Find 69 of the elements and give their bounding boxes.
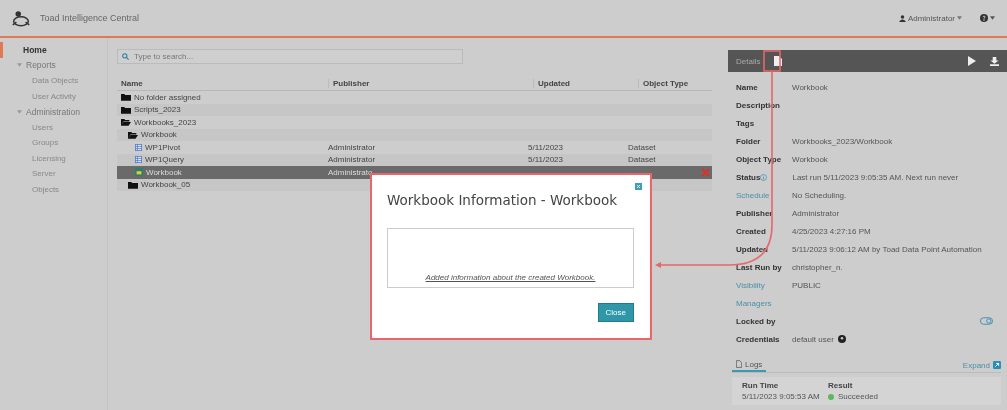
table-cell-text: Administrator bbox=[327, 155, 377, 165]
info-text: Added information about the created Workbook. bbox=[425, 273, 596, 282]
field-label[interactable]: Visibility bbox=[736, 280, 792, 290]
field-value: Workbook bbox=[792, 154, 828, 164]
item-name: Scripts_2023 bbox=[134, 105, 181, 115]
column-header[interactable]: Publisher bbox=[328, 79, 533, 88]
user-menu[interactable]: Administrator bbox=[898, 13, 962, 23]
field-label: Locked by bbox=[736, 316, 777, 326]
expand-link[interactable]: Expand bbox=[962, 360, 990, 370]
item-name: WP1Pivot bbox=[145, 142, 181, 152]
modal-title: Workbook Information - Workbook bbox=[387, 192, 619, 208]
close-button[interactable]: Close bbox=[597, 303, 634, 322]
item-name: Workbook_05 bbox=[141, 180, 191, 190]
table-row[interactable]: Workbook bbox=[117, 128, 712, 141]
table-cell-text: Dataset bbox=[627, 142, 657, 152]
item-name: WP1Query bbox=[145, 155, 185, 165]
field-label: Object Type bbox=[736, 154, 783, 164]
nav-item[interactable]: Reports bbox=[0, 57, 107, 73]
column-header[interactable]: Updated bbox=[533, 79, 638, 88]
table-cell-text: 5/11/2023 bbox=[527, 142, 564, 152]
field-value: Administrator bbox=[792, 208, 840, 218]
field-label: Status bbox=[736, 172, 761, 182]
column-header: Run Time bbox=[742, 381, 780, 390]
field-value: 4/25/2023 4:27:16 PM bbox=[792, 226, 871, 236]
item-name: No folder assigned bbox=[134, 92, 201, 102]
app-title: Toad Intelligence Central bbox=[40, 13, 140, 23]
field-label[interactable]: Managers bbox=[736, 298, 792, 308]
table-row[interactable]: Scripts_2023 bbox=[117, 103, 712, 116]
logs-tab[interactable]: Logs bbox=[732, 358, 767, 372]
item-name: Workbook bbox=[141, 130, 177, 140]
table-row[interactable]: Workbooks_2023 bbox=[117, 116, 712, 129]
field-value: Last run 5/11/2023 9:05:35 AM. Next run never bbox=[792, 172, 959, 182]
nav-subitem[interactable]: Data Objects bbox=[0, 73, 107, 89]
column-header[interactable]: Name bbox=[117, 79, 328, 88]
details-title: Details bbox=[736, 56, 761, 66]
field-value: No Scheduling. bbox=[792, 190, 847, 200]
field-value: 5/11/2023 9:06:12 AM by Toad Data Point Automation bbox=[792, 244, 982, 254]
field-value: christopher_n. bbox=[792, 262, 843, 272]
result-text: Succeeded bbox=[838, 392, 879, 401]
table-cell-text: 5/11/2023 bbox=[527, 155, 564, 165]
table-row[interactable]: WP1Query Administrator 5/11/2023 Dataset bbox=[117, 153, 712, 166]
field-label: Last Run by bbox=[736, 262, 783, 272]
column-header[interactable]: Object Type bbox=[638, 79, 712, 88]
field-value: Workbooks_2023/Workbook bbox=[792, 136, 893, 146]
field-label[interactable]: Schedule bbox=[736, 190, 792, 200]
column-header: Result bbox=[828, 381, 854, 390]
field-label: Tags bbox=[736, 118, 756, 128]
item-name: Workbooks_2023 bbox=[134, 117, 197, 127]
field-value: default user bbox=[792, 334, 834, 344]
table-cell-text: Administrator bbox=[327, 142, 377, 152]
table-cell-text: Dataset bbox=[627, 155, 657, 165]
field-label: Description bbox=[736, 100, 781, 110]
field-label: Created bbox=[736, 226, 767, 236]
search-field[interactable]: Type to search... bbox=[117, 49, 463, 64]
field-value: PUBLIC bbox=[792, 280, 821, 290]
field-label: Folder bbox=[736, 136, 762, 146]
nav-item[interactable]: Administration bbox=[0, 104, 107, 120]
field-label: Publisher bbox=[736, 208, 774, 218]
nav-subitem[interactable]: Objects bbox=[0, 181, 107, 197]
table-row[interactable]: WP1Pivot Administrator 5/11/2023 Dataset bbox=[117, 141, 712, 154]
run-time: 5/11/2023 9:05:53 AM bbox=[742, 392, 821, 401]
table-cell-text: Administrato bbox=[327, 167, 374, 177]
field-label: Credentials bbox=[736, 334, 781, 344]
field-value: Workbook bbox=[792, 82, 828, 92]
nav-item[interactable]: Home bbox=[0, 42, 107, 58]
field-label: Name bbox=[736, 82, 759, 92]
nav-subitem[interactable]: Server bbox=[0, 166, 107, 182]
table-row[interactable]: No folder assigned bbox=[117, 91, 712, 104]
item-name: Workbook bbox=[146, 167, 182, 177]
